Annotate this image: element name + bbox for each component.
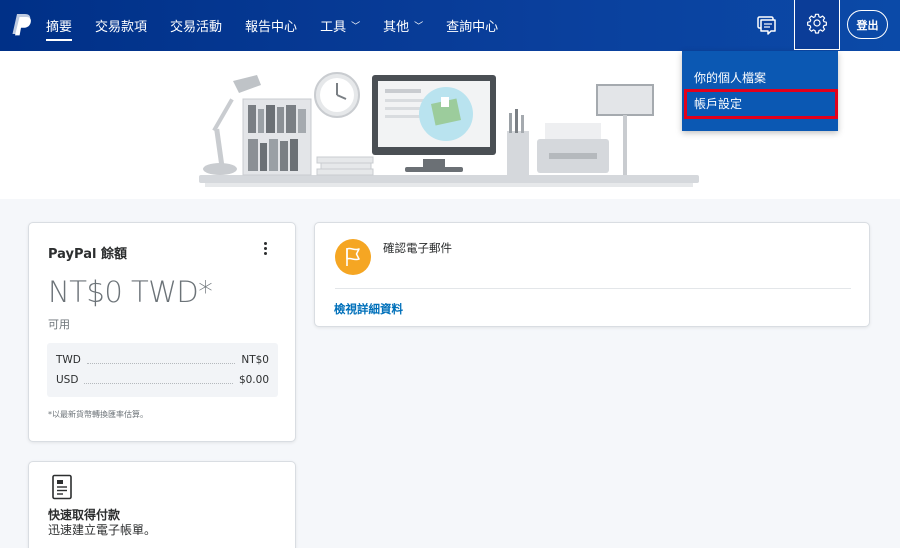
exchange-rate-footnote: *以最新貨幣轉換匯率估算。 — [48, 410, 148, 419]
nav-tools[interactable]: 工具 ﹀ — [320, 0, 360, 51]
nav-resolution-center[interactable]: 查詢中心 — [446, 0, 498, 51]
currency-code: TWD — [56, 354, 81, 366]
currency-row: TWD NT$0 — [56, 353, 269, 367]
divider — [335, 288, 851, 289]
currency-code: USD — [56, 374, 79, 386]
dotted-leader — [84, 376, 233, 384]
paypal-balance-card: PayPal 餘額 NT$0 TWD* 可用 TWD NT$0 USD $0.0… — [28, 222, 296, 442]
settings-dropdown-menu: 你的個人檔案 帳戶設定 — [682, 51, 838, 131]
nav-label: 交易款項 — [95, 20, 148, 35]
paypal-logo[interactable] — [11, 12, 33, 38]
chevron-down-icon: ﹀ — [351, 22, 361, 32]
nav-label: 其他 — [383, 20, 410, 35]
currency-table: TWD NT$0 USD $0.00 — [47, 343, 278, 397]
card-title: PayPal 餘額 — [48, 247, 127, 262]
menu-item-account-settings[interactable]: 帳戶設定 — [694, 95, 742, 112]
main-nav: 摘要 交易款項 交易活動 報告中心 工具 ﹀ 其他 ﹀ 查詢中心 — [46, 0, 521, 51]
balance-amount: NT$0 TWD* — [48, 275, 213, 309]
more-options-icon[interactable] — [261, 242, 269, 256]
invoice-card[interactable]: 快速取得付款 迅速建立電子帳單。 — [28, 461, 296, 548]
chevron-down-icon: ﹀ — [414, 22, 424, 32]
confirm-email-card: 確認電子郵件 檢視詳細資料 — [314, 222, 870, 327]
nav-more[interactable]: 其他 ﹀ — [383, 0, 423, 51]
invoice-icon — [51, 474, 73, 500]
nav-label: 交易活動 — [170, 20, 223, 35]
dotted-leader — [86, 356, 236, 364]
top-navigation-bar: 摘要 交易款項 交易活動 報告中心 工具 ﹀ 其他 ﹀ 查詢中心 登出 — [0, 0, 900, 51]
currency-amount: NT$0 — [241, 354, 269, 366]
nav-reports[interactable]: 報告中心 — [245, 0, 297, 51]
gear-icon — [806, 12, 828, 38]
nav-activity[interactable]: 交易活動 — [170, 0, 222, 51]
nav-label: 查詢中心 — [446, 20, 499, 35]
nav-label: 報告中心 — [245, 20, 298, 35]
office-desk-illustration — [199, 72, 699, 187]
confirm-email-text: 確認電子郵件 — [383, 241, 452, 255]
nav-label: 工具 — [320, 20, 347, 35]
menu-item-profile[interactable]: 你的個人檔案 — [694, 69, 766, 86]
nav-summary[interactable]: 摘要 — [46, 0, 73, 51]
available-label: 可用 — [48, 318, 70, 331]
invoice-subtitle: 迅速建立電子帳單。 — [48, 523, 157, 537]
currency-amount: $0.00 — [238, 374, 269, 386]
flag-icon — [335, 239, 371, 275]
logout-button[interactable]: 登出 — [847, 10, 888, 39]
nav-label: 摘要 — [46, 20, 73, 35]
message-icon[interactable] — [752, 11, 780, 39]
currency-row: USD $0.00 — [56, 373, 269, 387]
nav-payments[interactable]: 交易款項 — [95, 0, 147, 51]
view-details-link[interactable]: 檢視詳細資料 — [334, 301, 403, 317]
settings-button[interactable] — [794, 0, 840, 50]
